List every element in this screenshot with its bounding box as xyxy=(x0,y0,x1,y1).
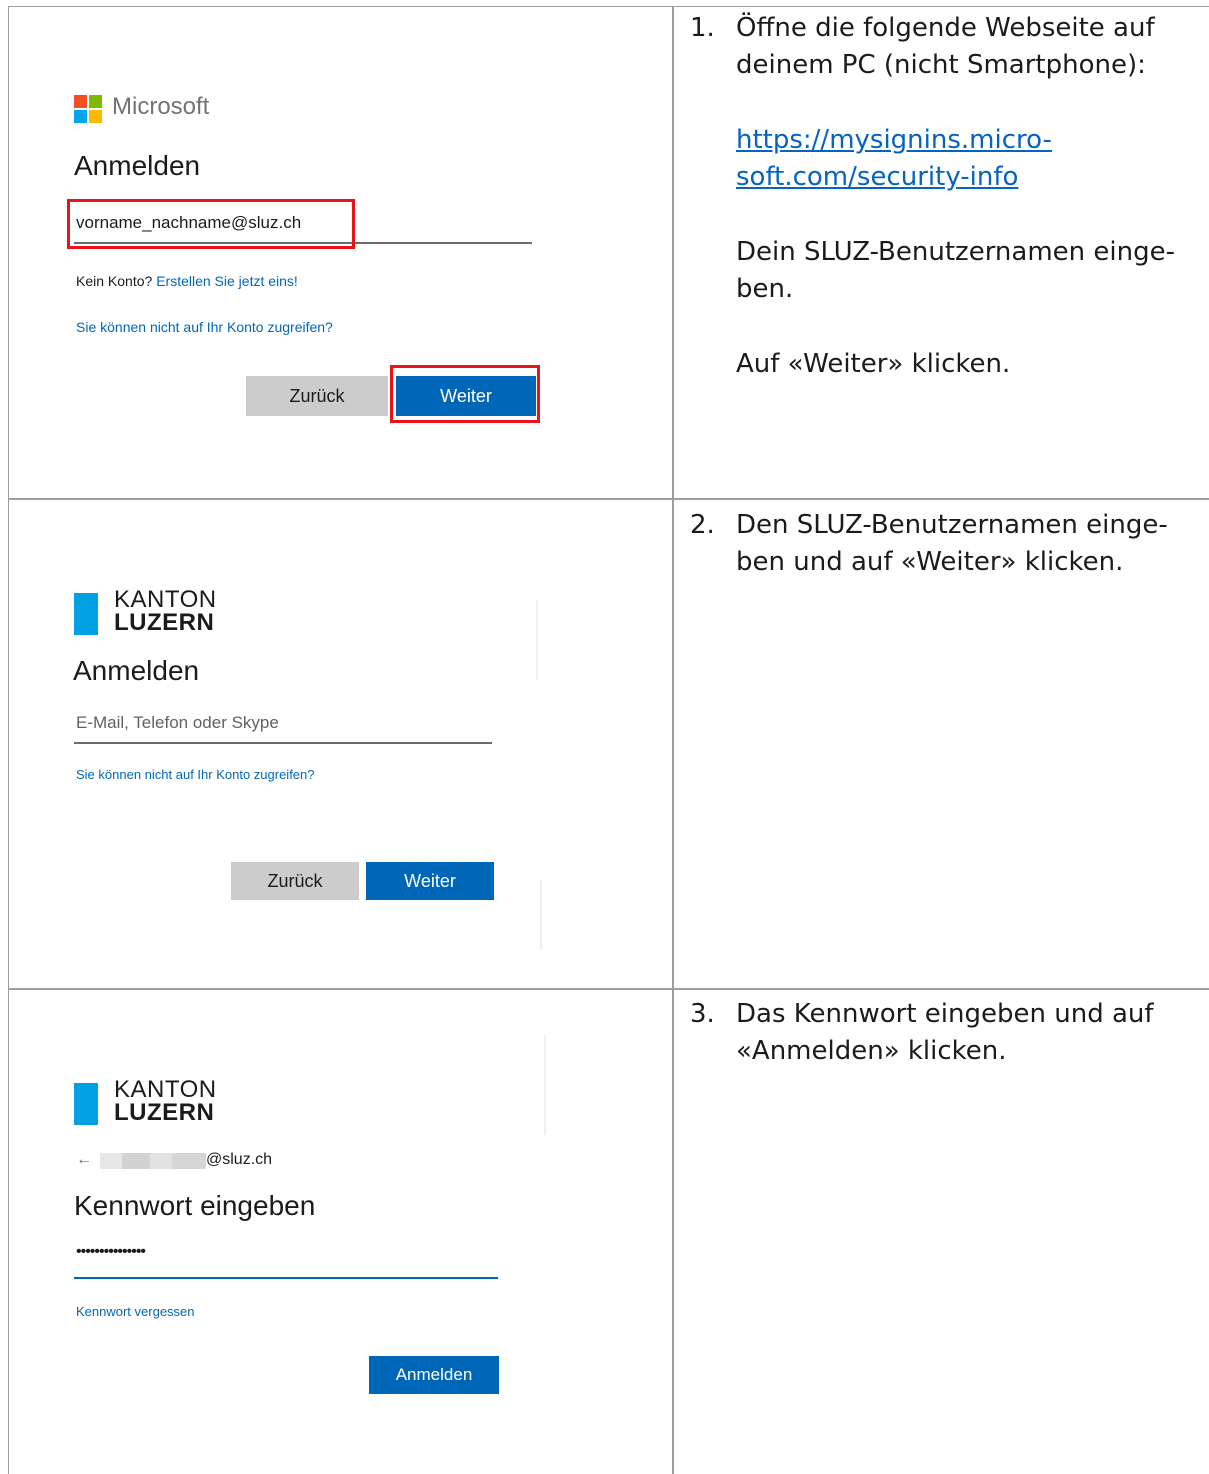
email-input-underline xyxy=(74,742,492,744)
screenshot-edge xyxy=(544,1035,546,1135)
step-2-text: Den SLUZ-Benutzernamen einge- xyxy=(736,510,1168,540)
redacted-username xyxy=(100,1153,206,1169)
back-button[interactable]: Zurück xyxy=(231,862,359,900)
create-account-link[interactable]: Erstellen Sie jetzt eins! xyxy=(156,273,298,289)
table-row-divider xyxy=(8,988,1209,990)
screenshot-edge xyxy=(540,880,542,950)
microsoft-brand: Microsoft xyxy=(112,93,210,120)
step-3-text-continued: «Anmelden» klicken. xyxy=(736,1036,1007,1066)
step-1-text: Öffne die folgende Webseite auf deinem P… xyxy=(736,13,1155,80)
step-1-username-text-continued: ben. xyxy=(736,274,794,304)
kanton-brand-bottom: LUZERN xyxy=(114,1099,215,1126)
kanton-brand-bottom: LUZERN xyxy=(114,609,215,636)
microsoft-logo-icon xyxy=(74,95,102,123)
cannot-access-account-link[interactable]: Sie können nicht auf Ihr Konto zugreifen… xyxy=(76,767,315,782)
next-button[interactable]: Weiter xyxy=(366,862,494,900)
password-input[interactable]: ••••••••••••••• xyxy=(76,1243,146,1261)
step-3-text: Das Kennwort eingeben und auf xyxy=(736,999,1154,1029)
step-1-click-text: Auf «Weiter» klicken. xyxy=(736,349,1011,379)
security-info-link[interactable]: https://mysignins.micro- xyxy=(736,125,1052,155)
step-number: 3. xyxy=(690,999,715,1029)
step-1-username-text: Dein SLUZ-Benutzernamen einge- xyxy=(736,237,1175,267)
step-2-text-continued: ben und auf «Weiter» klicken. xyxy=(736,547,1124,577)
back-button[interactable]: Zurück xyxy=(246,376,388,416)
back-arrow-icon[interactable]: ← xyxy=(76,1151,92,1169)
no-account-text: Kein Konto? xyxy=(76,273,153,289)
password-input-underline xyxy=(74,1277,498,1279)
email-suffix: @sluz.ch xyxy=(206,1151,273,1168)
signin-button[interactable]: Anmelden xyxy=(369,1356,499,1394)
table-row-divider xyxy=(8,498,1209,500)
kanton-brand-top: KANTON xyxy=(114,586,217,613)
kanton-luzern-logo-icon xyxy=(74,593,98,635)
screenshot-edge xyxy=(536,600,538,680)
signin-heading: Anmelden xyxy=(73,655,200,686)
kanton-brand-top: KANTON xyxy=(114,1076,217,1103)
cannot-access-account-link[interactable]: Sie können nicht auf Ihr Konto zugreifen… xyxy=(76,319,333,335)
step-number: 2. xyxy=(690,510,715,540)
email-input[interactable]: E-Mail, Telefon oder Skype xyxy=(76,713,279,733)
signin-heading: Anmelden xyxy=(74,150,201,181)
table-column-divider xyxy=(672,6,674,1474)
password-heading: Kennwort eingeben xyxy=(74,1190,316,1221)
highlight-next-button-box xyxy=(390,365,540,423)
kanton-luzern-logo-icon xyxy=(74,1083,98,1125)
highlight-email-box xyxy=(67,199,355,249)
step-number: 1. xyxy=(690,13,715,43)
security-info-link-continued[interactable]: soft.com/security-info xyxy=(736,162,1018,192)
forgot-password-link[interactable]: Kennwort vergessen xyxy=(76,1304,195,1319)
